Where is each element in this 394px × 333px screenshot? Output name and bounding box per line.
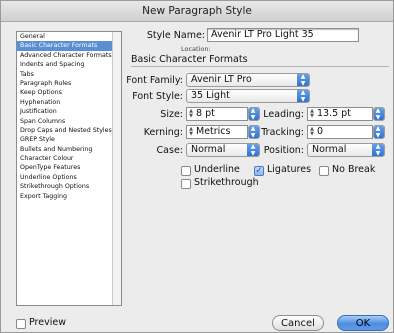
ok-button[interactable]: OK (337, 315, 389, 331)
kerning-dropdown[interactable]: ▲ ▼ (248, 125, 260, 139)
sidebar-item[interactable]: Paragraph Rules (17, 79, 121, 88)
position-select[interactable]: Normal ▲ ▼ (307, 143, 385, 157)
underline-label: Underline (194, 164, 240, 175)
case-value: Normal (191, 144, 226, 155)
sidebar-item[interactable]: Strikethrough Options (17, 182, 121, 191)
select-arrows-icon: ▲ ▼ (297, 90, 309, 102)
kerning-stepper[interactable]: ▲ ▼ Metrics (186, 125, 248, 139)
preview-checkbox[interactable] (16, 319, 26, 329)
sidebar-item[interactable]: Justification (17, 107, 121, 116)
leading-dropdown[interactable]: ▲ ▼ (373, 107, 385, 121)
select-arrows-icon: ▲ ▼ (249, 108, 259, 120)
style-name-input[interactable]: Avenir LT Pro Light 35 (207, 28, 359, 42)
select-arrows-icon: ▲ ▼ (249, 126, 259, 138)
select-arrows-icon: ▲ ▼ (372, 144, 384, 156)
sidebar-item[interactable]: Keep Options (17, 88, 121, 97)
location-label: Location: (181, 45, 211, 53)
sidebar-item[interactable]: Underline Options (17, 173, 121, 182)
font-style-label: Font Style: (132, 91, 183, 102)
tracking-stepper[interactable]: ▲ ▼ 0 (307, 125, 373, 139)
section-title: Basic Character Formats (131, 54, 248, 65)
position-label: Position: (263, 145, 304, 156)
ligatures-checkbox[interactable]: ✓ (254, 166, 264, 176)
stepper-arrows-icon[interactable]: ▲ ▼ (188, 109, 194, 119)
sidebar-item[interactable]: Advanced Character Formats (17, 51, 121, 60)
no-break-checkbox[interactable] (319, 166, 329, 176)
checkmark-icon: ✓ (255, 166, 263, 176)
sidebar-item[interactable]: Drop Caps and Nested Styles (17, 126, 121, 135)
stepper-arrows-icon[interactable]: ▲ ▼ (309, 109, 315, 119)
kerning-label: Kerning: (143, 127, 183, 138)
size-stepper[interactable]: ▲ ▼ 8 pt (186, 107, 248, 121)
size-dropdown[interactable]: ▲ ▼ (248, 107, 260, 121)
settings-panel: Style Name: Avenir LT Pro Light 35 Locat… (126, 23, 389, 313)
category-scrollbar[interactable] (112, 32, 121, 305)
font-family-value: Avenir LT Pro (191, 74, 252, 85)
tracking-value: 0 (317, 126, 324, 137)
font-style-select[interactable]: 35 Light ▲ ▼ (186, 89, 310, 103)
stepper-arrows-icon[interactable]: ▲ ▼ (188, 127, 194, 137)
sidebar-item[interactable]: Indents and Spacing (17, 60, 121, 69)
sidebar-item[interactable]: Basic Character Formats (17, 41, 121, 51)
case-label: Case: (156, 145, 183, 156)
leading-label: Leading: (263, 109, 304, 120)
font-family-label: Font Family: (126, 75, 183, 86)
strikethrough-label: Strikethrough (194, 177, 259, 188)
select-arrows-icon: ▲ ▼ (247, 144, 259, 156)
sidebar-item[interactable]: Hyphenation (17, 98, 121, 107)
underline-checkbox[interactable] (181, 166, 191, 176)
sidebar-item[interactable]: GREP Style (17, 135, 121, 144)
font-style-value: 35 Light (191, 90, 230, 101)
cancel-button[interactable]: Cancel (272, 315, 324, 331)
leading-value: 13.5 pt (317, 108, 351, 119)
sidebar-item[interactable]: Export Tagging (17, 192, 121, 201)
sidebar-item[interactable]: General (17, 32, 121, 41)
tracking-dropdown[interactable]: ▲ ▼ (373, 125, 385, 139)
select-arrows-icon: ▲ ▼ (374, 108, 384, 120)
select-arrows-icon: ▲ ▼ (297, 74, 309, 86)
window-title: New Paragraph Style (1, 1, 393, 22)
sidebar-item[interactable]: Character Colour (17, 154, 121, 163)
sidebar-item[interactable]: Tabs (17, 70, 121, 79)
stepper-arrows-icon[interactable]: ▲ ▼ (309, 127, 315, 137)
kerning-value: Metrics (196, 126, 231, 137)
tracking-label: Tracking: (261, 127, 304, 138)
category-list[interactable]: General Basic Character Formats Advanced C… (16, 31, 122, 306)
select-arrows-icon: ▲ ▼ (374, 126, 384, 138)
sidebar-item[interactable]: Bullets and Numbering (17, 145, 121, 154)
leading-stepper[interactable]: ▲ ▼ 13.5 pt (307, 107, 373, 121)
strikethrough-checkbox[interactable] (181, 179, 191, 189)
case-select[interactable]: Normal ▲ ▼ (186, 143, 260, 157)
font-family-select[interactable]: Avenir LT Pro ▲ ▼ (186, 73, 310, 87)
paragraph-style-dialog: New Paragraph Style General Basic Charact… (0, 0, 394, 333)
position-value: Normal (312, 144, 347, 155)
style-name-label: Style Name: (146, 30, 205, 41)
category-items: General Basic Character Formats Advanced C… (17, 32, 121, 201)
section-divider (131, 66, 389, 67)
preview-label: Preview (29, 317, 66, 328)
size-value: 8 pt (196, 108, 215, 119)
sidebar-item[interactable]: OpenType Features (17, 163, 121, 172)
ligatures-label: Ligatures (267, 164, 312, 175)
size-label: Size: (160, 109, 183, 120)
sidebar-item[interactable]: Span Columns (17, 117, 121, 126)
no-break-label: No Break (332, 164, 376, 175)
